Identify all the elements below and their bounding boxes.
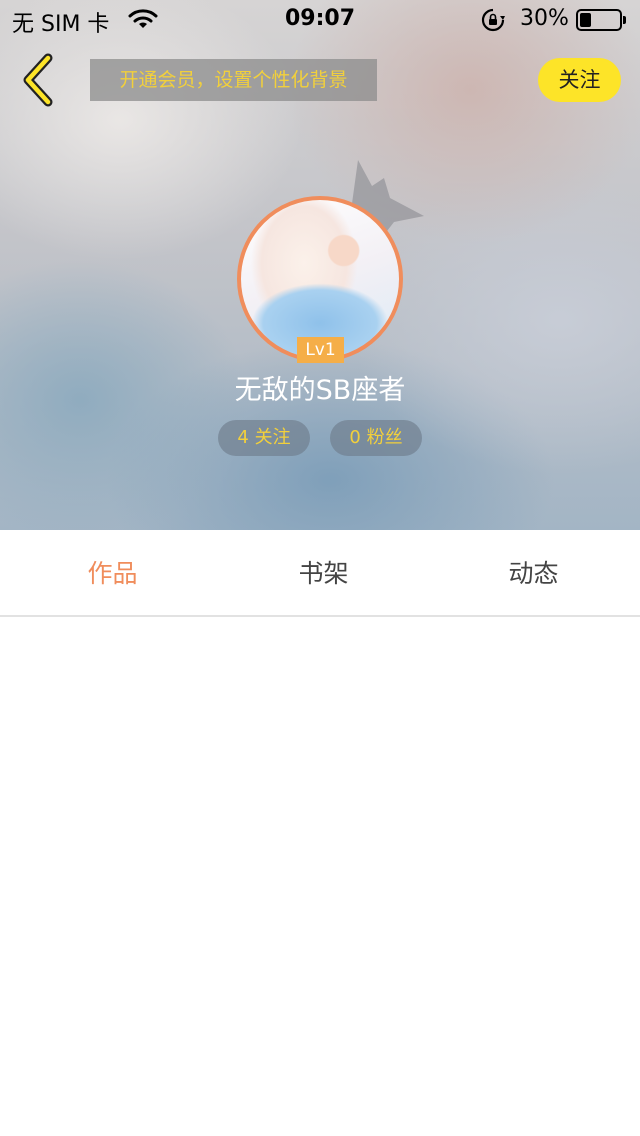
user-name: 无敌的SB座者 <box>234 375 406 406</box>
tab-works[interactable]: 作品 <box>6 530 219 617</box>
follow-button[interactable]: 关注 <box>538 58 621 102</box>
tab-content-area <box>0 619 640 1136</box>
status-bar: 无 SIM 卡 09:07 30% <box>0 0 640 40</box>
profile-header-background: 无 SIM 卡 09:07 30% 开通会员，设置个性化背景 关注 Lv1 无敌… <box>0 0 640 530</box>
battery-fill <box>580 13 591 27</box>
profile-tabs: 作品 书架 动态 <box>0 530 640 617</box>
vip-background-banner[interactable]: 开通会员，设置个性化背景 <box>90 59 377 101</box>
battery-icon <box>576 9 626 31</box>
back-button[interactable] <box>18 52 62 108</box>
tab-bookshelf[interactable]: 书架 <box>217 530 430 617</box>
fans-count-button[interactable]: 0 粉丝 <box>330 420 422 456</box>
battery-percent: 30% <box>520 6 569 31</box>
orientation-lock-icon <box>481 8 505 36</box>
following-count-button[interactable]: 4 关注 <box>218 420 310 456</box>
tab-activity[interactable]: 动态 <box>427 530 640 617</box>
chevron-left-icon <box>23 53 53 107</box>
level-badge: Lv1 <box>297 337 344 363</box>
